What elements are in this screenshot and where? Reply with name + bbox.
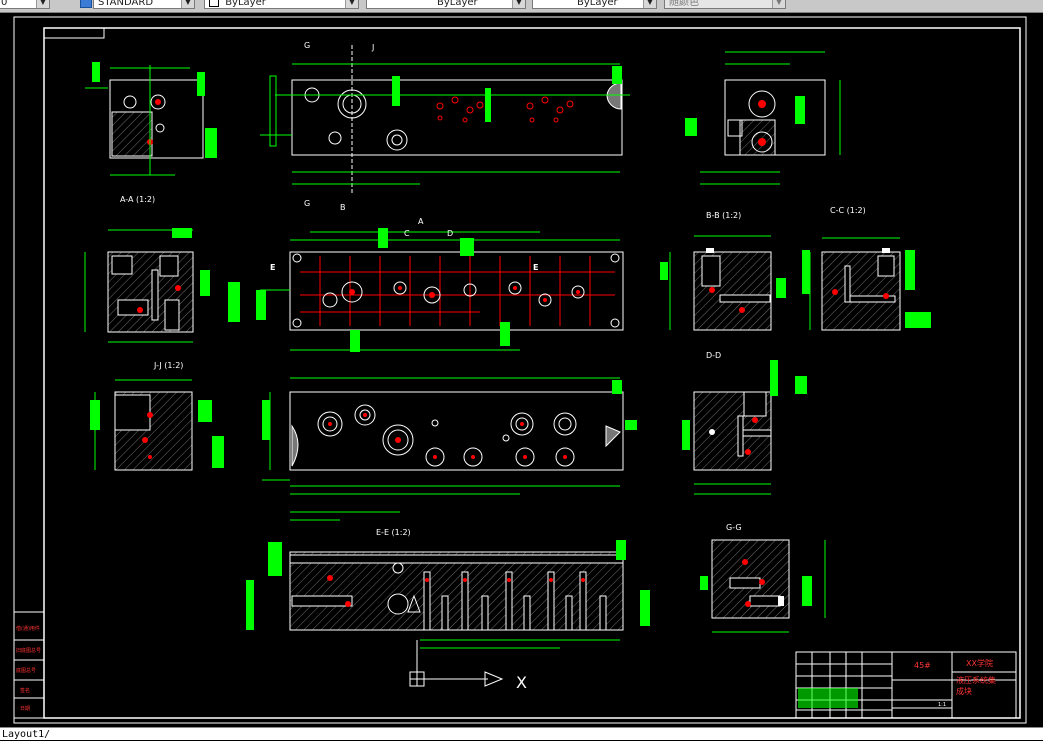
linetype-dropdown[interactable]: ByLayer ▼ xyxy=(366,0,526,9)
view-label-dd: D-D xyxy=(706,351,721,360)
scale-text: 1:1 xyxy=(938,702,946,708)
view-label-cc: C-C (1:2) xyxy=(830,206,866,215)
plot-style-dropdown[interactable]: 随颜色 ▼ xyxy=(664,0,786,9)
view-label-gg: G-G xyxy=(726,523,742,532)
revision-label: 旧底图总号 xyxy=(16,647,41,654)
plot-style-value: 随颜色 xyxy=(669,0,699,8)
section-marker-a-mid: A xyxy=(418,217,424,226)
chevron-down-icon: ▼ xyxy=(772,0,785,8)
section-marker-b-mid: B xyxy=(340,203,346,212)
revision-label: 借(通)用件 xyxy=(16,625,40,632)
view-section-aa: A-A (1:2) xyxy=(84,195,240,343)
text-style-value: STANDARD xyxy=(98,0,154,8)
revision-label: 底图总号 xyxy=(16,667,36,674)
chevron-down-icon: ▼ xyxy=(643,0,656,8)
text-style-icon[interactable] xyxy=(80,0,92,8)
drawing-name-line1: 液压系统集 xyxy=(956,675,996,685)
layer-dropdown[interactable]: 0 ▼ xyxy=(0,0,50,9)
drawing-canvas[interactable]: G J A-A (1:2) G B A C D E E B-B (1:2) C-… xyxy=(0,13,1043,727)
lineweight-dropdown[interactable]: ByLayer ▼ xyxy=(532,0,657,9)
view-front-bottom xyxy=(262,377,637,495)
view-side-top-right xyxy=(685,51,841,185)
ucs-x-label: X xyxy=(516,673,527,692)
school-text: XX学院 xyxy=(966,658,993,668)
layout-tab-bar[interactable]: Layout1/ xyxy=(0,727,1043,740)
chevron-down-icon: ▼ xyxy=(36,0,49,8)
section-marker-g-mid: G xyxy=(304,199,310,208)
layout-tab[interactable]: Layout1/ xyxy=(2,729,50,740)
layer-value: 0 xyxy=(1,0,8,8)
color-swatch-icon xyxy=(209,0,219,7)
color-value: ByLayer xyxy=(225,0,266,8)
chevron-down-icon: ▼ xyxy=(181,0,194,8)
view-label-jj: J-J (1:2) xyxy=(153,361,183,370)
view-label-aa: A-A (1:2) xyxy=(120,195,155,204)
drawing-name-line2: 成块 xyxy=(956,686,972,696)
lineweight-value: ByLayer xyxy=(577,0,618,8)
view-label-ee: E-E (1:2) xyxy=(376,528,411,537)
chevron-down-icon: ▼ xyxy=(512,0,525,8)
section-marker-j-top: J xyxy=(371,43,374,52)
section-marker-g-top: G xyxy=(304,41,310,50)
view-section-gg: G-G xyxy=(700,523,826,633)
section-marker-e-right: E xyxy=(533,263,538,272)
view-section-dd: D-D xyxy=(682,351,807,495)
drawing-sheet[interactable]: G J A-A (1:2) G B A C D E E B-B (1:2) C-… xyxy=(0,13,1043,727)
title-block: 45# XX学院 液压系统集 成块 1:1 xyxy=(795,651,1017,719)
corner-code-box xyxy=(43,27,105,39)
revision-label: 日期 xyxy=(20,706,30,712)
view-section-ee: E-E (1:2) xyxy=(246,511,650,649)
view-plan-middle: G B A C D E E xyxy=(256,199,624,352)
section-marker-c-mid: C xyxy=(404,229,410,238)
revision-column: 借(通)用件 旧底图总号 底图总号 签名 日期 xyxy=(13,611,45,719)
view-side-top-left xyxy=(85,62,217,176)
color-dropdown[interactable]: ByLayer ▼ xyxy=(204,0,359,9)
revision-label: 签名 xyxy=(20,687,30,694)
view-section-bb: B-B (1:2) xyxy=(660,211,786,331)
view-section-jj: J-J (1:2) xyxy=(90,361,224,471)
properties-toolbar: 0 ▼ STANDARD ▼ ByLayer ▼ ByLayer ▼ ByLay… xyxy=(0,0,1043,13)
view-front-top: G J xyxy=(260,41,630,195)
view-label-bb: B-B (1:2) xyxy=(706,211,741,220)
section-marker-d-mid: D xyxy=(447,229,453,238)
material-text: 45# xyxy=(914,661,931,670)
text-style-dropdown[interactable]: STANDARD ▼ xyxy=(93,0,195,9)
view-section-cc: C-C (1:2) xyxy=(802,206,931,331)
chevron-down-icon: ▼ xyxy=(345,0,358,8)
section-marker-e-left: E xyxy=(270,263,275,272)
linetype-value: ByLayer xyxy=(437,0,478,8)
